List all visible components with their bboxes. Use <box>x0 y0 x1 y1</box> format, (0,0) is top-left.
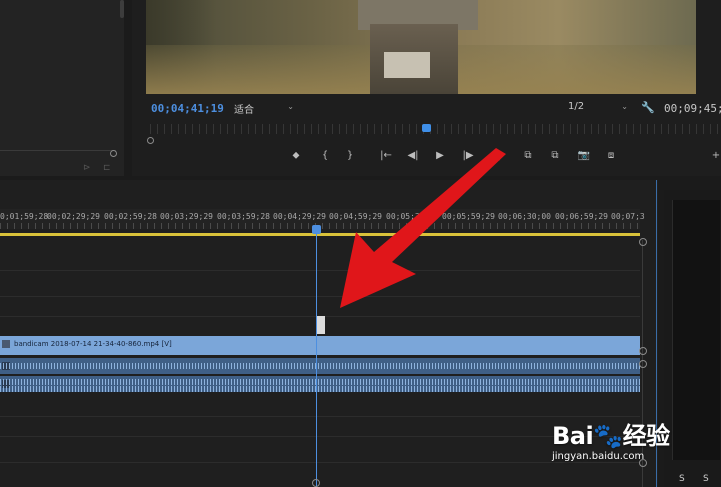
program-mini-timeline[interactable] <box>150 124 721 134</box>
audio-waveform <box>0 386 640 392</box>
ruler-label: 00;03;29;29 <box>160 212 213 221</box>
video-shrine-plaque <box>384 52 430 78</box>
solo-left-button[interactable]: S <box>679 474 685 484</box>
panel-nav-icon[interactable]: ⊳ <box>83 163 91 173</box>
camera-icon[interactable]: 📷 <box>576 150 592 161</box>
audio-waveform <box>0 379 640 385</box>
panel-folder-icon[interactable]: ⊏ <box>103 163 111 173</box>
timeline-scroll-handle[interactable] <box>639 360 647 368</box>
timeline-zoom-handle[interactable] <box>312 479 320 487</box>
red-arrow-annotation <box>340 148 506 308</box>
comparison-view-icon[interactable]: ⧈ <box>603 150 619 161</box>
project-panel: ⊳ ⊏ <box>0 0 124 176</box>
audio-clip[interactable] <box>0 376 640 392</box>
audio-meters-panel <box>664 190 721 487</box>
ruler-label: 00;02;29;29 <box>47 212 100 221</box>
program-video-frame <box>146 0 696 94</box>
ruler-label: 00;03;59;28 <box>217 212 270 221</box>
timeline-playhead-line[interactable] <box>316 229 317 487</box>
ruler-label: 00;07;3 <box>611 212 645 221</box>
add-button-icon[interactable]: + <box>708 150 721 161</box>
project-panel-zoom-handle[interactable] <box>110 150 117 157</box>
timeline-scroll-handle[interactable] <box>639 238 647 246</box>
fit-zoom-select[interactable]: 适合 ⌄ <box>234 101 296 117</box>
ruler-label: 00;02;59;28 <box>104 212 157 221</box>
solo-right-button[interactable]: S <box>703 474 709 484</box>
track-divider <box>0 436 640 437</box>
chevron-down-icon: ⌄ <box>287 102 294 111</box>
track-divider <box>0 270 640 271</box>
current-timecode[interactable]: 00;04;41;19 <box>151 102 224 115</box>
project-panel-divider <box>0 150 116 151</box>
lift-icon[interactable]: ⧉ <box>520 150 536 161</box>
fx-badge-icon <box>2 340 10 348</box>
audio-meter-track <box>672 200 720 460</box>
track-divider <box>0 462 640 463</box>
track-divider <box>0 416 640 417</box>
timeline-playhead[interactable] <box>312 225 321 234</box>
audio-clip[interactable] <box>0 358 640 374</box>
baidu-jingyan-logo: Bai🐾经验 <box>552 422 670 450</box>
wrench-icon[interactable]: 🔧 <box>641 101 655 114</box>
track-divider <box>0 296 640 297</box>
chevron-down-icon: ⌄ <box>621 102 628 111</box>
audio-waveform <box>0 363 640 369</box>
ruler-label: 00;06;59;29 <box>555 212 608 221</box>
playhead-marker <box>317 316 325 334</box>
duration-timecode: 00;09;45;1 <box>664 102 721 115</box>
playback-resolution-select[interactable]: 1/2 ⌄ <box>568 101 630 117</box>
fit-zoom-value: 适合 <box>234 105 254 116</box>
video-clip-label: bandicam 2018-07-14 21-34-40-860.mp4 [V] <box>14 340 172 348</box>
project-panel-scrollbar[interactable] <box>120 0 124 18</box>
program-zoom-handle[interactable] <box>147 137 154 144</box>
red-arrow-shape <box>340 148 506 308</box>
add-marker-icon[interactable]: ⬥ <box>288 150 304 161</box>
extract-icon[interactable]: ⧉ <box>547 150 563 161</box>
program-playhead[interactable] <box>422 124 431 132</box>
watermark-url: jingyan.baidu.com <box>552 451 645 462</box>
playback-resolution-value: 1/2 <box>568 101 585 112</box>
ruler-label: 0;01;59;28 <box>0 212 49 221</box>
ruler-label: 00;04;29;29 <box>273 212 326 221</box>
timeline-scroll-handle[interactable] <box>639 347 647 355</box>
